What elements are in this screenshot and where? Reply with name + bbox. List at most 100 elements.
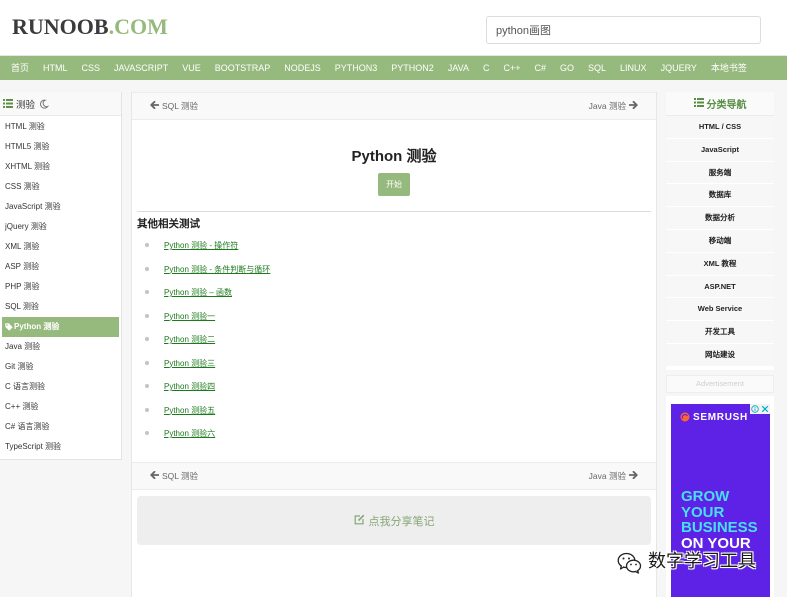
nav-link-bootstrap[interactable]: BOOTSTRAP — [208, 56, 278, 80]
nav-link-csharp[interactable]: C# — [528, 56, 554, 80]
quiz-item-python[interactable]: Python 测验 — [2, 317, 119, 337]
moon-icon[interactable] — [39, 99, 50, 109]
category-item-javascript[interactable]: JavaScript — [666, 138, 774, 162]
category-item-html-css[interactable]: HTML / CSS — [666, 116, 774, 139]
adchoices-info-icon[interactable] — [750, 404, 760, 414]
nav-link-java[interactable]: JAVA — [441, 56, 476, 80]
category-item-data-analysis[interactable]: 数据分析 — [666, 207, 774, 230]
related-quiz-link[interactable]: Python 测验 - 操作符 — [164, 234, 238, 258]
search-input[interactable] — [486, 16, 761, 44]
nav-link-nodejs[interactable]: NODEJS — [277, 56, 328, 80]
nav-link-jquery[interactable]: JQUERY — [654, 56, 704, 80]
nav-link-c[interactable]: C — [476, 56, 497, 80]
ad-headline: GROW YOUR BUSINESS ON YOUR — [681, 489, 758, 551]
quiz-item-javascript[interactable]: JavaScript 测验 — [2, 197, 119, 217]
category-item-xml[interactable]: XML 教程 — [666, 252, 774, 276]
quiz-item-php[interactable]: PHP 测验 — [2, 277, 119, 297]
prev-quiz-label: SQL 测验 — [162, 471, 199, 481]
list-item: Python 测验 - 操作符 — [132, 234, 656, 258]
ad-controls — [750, 404, 770, 414]
start-quiz-button[interactable]: 开始 — [378, 173, 410, 196]
ad-headline-line: ON YOUR — [681, 534, 751, 552]
prev-quiz-link[interactable]: SQL 测验 — [150, 93, 198, 119]
arrow-left-icon — [150, 93, 162, 119]
category-item-dev-tools[interactable]: 开发工具 — [666, 321, 774, 344]
category-item-aspnet[interactable]: ASP.NET — [666, 275, 774, 299]
category-item-web-building[interactable]: 网站建设 — [666, 343, 774, 367]
related-quiz-link[interactable]: Python 测验一 — [164, 305, 215, 329]
quiz-item-c[interactable]: C 语言测验 — [2, 377, 119, 397]
category-sidebar-title: 分类导航 — [706, 100, 747, 111]
list-item: Python 测验四 — [132, 375, 656, 399]
related-quiz-link[interactable]: Python 测验二 — [164, 328, 215, 352]
quiz-item-asp[interactable]: ASP 测验 — [2, 257, 119, 277]
next-quiz-link[interactable]: Java 测验 — [589, 463, 638, 489]
category-item-server[interactable]: 服务端 — [666, 161, 774, 185]
nav-link-sql[interactable]: SQL — [581, 56, 613, 80]
prev-quiz-link[interactable]: SQL 测验 — [150, 463, 198, 489]
quiz-item-cpp[interactable]: C++ 测验 — [2, 397, 119, 417]
list-item: Python 测验 – 函数 — [132, 281, 656, 305]
arrow-left-icon — [150, 463, 162, 489]
quiz-item-git[interactable]: Git 测验 — [2, 357, 119, 377]
logo-domain-suffix: .COM — [108, 14, 168, 39]
edit-icon — [354, 514, 369, 528]
quiz-item-label: C++ 测验 — [5, 402, 39, 411]
quiz-item-typescript[interactable]: TypeScript 测验 — [2, 437, 119, 457]
nav-link-python2[interactable]: PYTHON2 — [384, 56, 441, 80]
quiz-item-label: HTML5 测验 — [5, 142, 50, 151]
advertisement-label: Advertisement — [666, 375, 774, 393]
category-item-database[interactable]: 数据库 — [666, 184, 774, 208]
quiz-item-label: C# 语言测验 — [5, 422, 50, 431]
bullet — [145, 407, 149, 412]
share-note-button[interactable]: 点我分享笔记 — [137, 496, 651, 545]
related-quiz-link[interactable]: Python 测验四 — [164, 375, 215, 399]
related-quiz-link[interactable]: Python 测验六 — [164, 422, 215, 446]
bullet — [145, 313, 149, 318]
related-quiz-link[interactable]: Python 测验三 — [164, 352, 215, 376]
related-quiz-link[interactable]: Python 测验 – 函数 — [164, 281, 232, 305]
site-logo[interactable]: RUNOOB.COM — [12, 12, 168, 42]
next-quiz-label: Java 测验 — [588, 471, 626, 481]
category-item-mobile[interactable]: 移动端 — [666, 229, 774, 253]
quiz-item-label: Java 测验 — [5, 342, 41, 351]
ad-headline-line: GROW — [681, 488, 730, 505]
quiz-item-csharp[interactable]: C# 语言测验 — [2, 417, 119, 437]
quiz-item-java[interactable]: Java 测验 — [2, 337, 119, 357]
related-quiz-link[interactable]: Python 测验 - 条件判断与循环 — [164, 258, 270, 282]
nav-link-html[interactable]: HTML — [36, 56, 75, 80]
bullet — [145, 360, 149, 365]
related-quiz-link[interactable]: Python 测验五 — [164, 399, 215, 423]
quiz-item-label: ASP 测验 — [5, 262, 40, 271]
quiz-item-sql[interactable]: SQL 测验 — [2, 297, 119, 317]
bullet — [145, 337, 149, 341]
category-item-web-service[interactable]: Web Service — [666, 298, 774, 322]
quiz-item-label: CSS 测验 — [5, 182, 40, 191]
pager-top: SQL 测验 Java 测验 — [132, 92, 656, 120]
next-quiz-link[interactable]: Java 测验 — [589, 93, 638, 119]
ad-close-icon[interactable] — [760, 404, 770, 414]
quiz-item-css[interactable]: CSS 测验 — [2, 177, 119, 197]
nav-link-home[interactable]: 首页 — [4, 56, 36, 80]
nav-link-linux[interactable]: LINUX — [613, 56, 654, 80]
nav-link-vue[interactable]: VUE — [175, 56, 208, 80]
list-icon — [3, 99, 13, 108]
quiz-item-jquery[interactable]: jQuery 测验 — [2, 217, 119, 237]
nav-link-css[interactable]: CSS — [75, 56, 108, 80]
quiz-item-xml[interactable]: XML 测验 — [2, 237, 119, 257]
nav-link-python3[interactable]: PYTHON3 — [328, 56, 385, 80]
list-item: Python 测验五 — [132, 399, 656, 423]
quiz-item-label: HTML 测验 — [5, 122, 45, 131]
quiz-item-xhtml[interactable]: XHTML 测验 — [2, 157, 119, 177]
arrow-right-icon — [626, 93, 638, 119]
nav-link-javascript[interactable]: JAVASCRIPT — [107, 56, 175, 80]
quiz-item-html5[interactable]: HTML5 测验 — [2, 137, 119, 157]
quiz-item-label: C 语言测验 — [5, 382, 45, 391]
site-header: RUNOOB.COM — [0, 0, 787, 56]
nav-link-cpp[interactable]: C++ — [496, 56, 527, 80]
nav-link-bookmarks[interactable]: 本地书签 — [704, 56, 754, 80]
quiz-item-label: JavaScript 测验 — [5, 202, 61, 211]
nav-link-go[interactable]: GO — [553, 56, 581, 80]
prev-quiz-label: SQL 测验 — [162, 101, 199, 111]
quiz-item-html[interactable]: HTML 测验 — [2, 117, 119, 137]
